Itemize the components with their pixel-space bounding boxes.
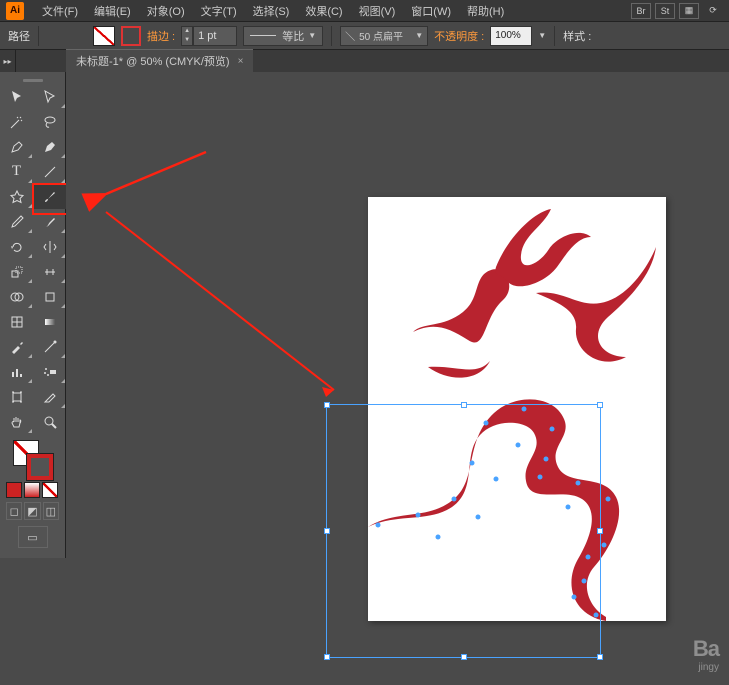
selection-handle[interactable] (324, 528, 330, 534)
scale-tool[interactable] (0, 259, 33, 284)
hand-tool[interactable] (0, 409, 33, 434)
type-tool[interactable]: T (0, 159, 33, 184)
selection-handle[interactable] (324, 402, 330, 408)
shape-builder-tool[interactable] (0, 284, 33, 309)
menu-type[interactable]: 文字(T) (193, 1, 245, 21)
stock-icon[interactable]: St (655, 3, 675, 19)
screen-mode-icon[interactable]: ▭ (18, 526, 48, 548)
bridge-icon[interactable]: Br (631, 3, 651, 19)
draw-normal-icon[interactable]: ◻ (6, 502, 22, 520)
stroke-swatch[interactable] (121, 26, 141, 46)
menu-window[interactable]: 窗口(W) (403, 1, 459, 21)
gradient-tool[interactable] (33, 309, 66, 334)
profile-dropdown[interactable]: 等比 ▼ (243, 26, 323, 46)
blob-brush-tool[interactable] (33, 209, 66, 234)
panel-toggle-icon[interactable]: ▸▸ (0, 50, 16, 72)
selection-handle[interactable] (324, 654, 330, 660)
opacity-label: 不透明度 : (434, 28, 484, 44)
selection-handle[interactable] (597, 528, 603, 534)
free-transform-tool[interactable] (33, 284, 66, 309)
lasso-tool[interactable] (33, 109, 66, 134)
watermark: Ba jingy (693, 636, 719, 673)
paintbrush-tool[interactable] (33, 184, 66, 209)
sync-icon[interactable]: ⟳ (703, 3, 723, 19)
menu-edit[interactable]: 编辑(E) (86, 1, 139, 21)
fill-swatch[interactable] (93, 26, 115, 46)
eyedropper-tool[interactable] (0, 334, 33, 359)
arrange-docs-icon[interactable]: ▦ (679, 3, 699, 19)
menu-right-group: Br St ▦ ⟳ (631, 3, 723, 19)
star-tool[interactable] (0, 184, 33, 209)
stroke-color-swatch[interactable] (27, 454, 53, 480)
pencil-tool[interactable] (0, 209, 33, 234)
menu-object[interactable]: 对象(O) (139, 1, 193, 21)
reflect-tool[interactable] (33, 234, 66, 259)
selection-bounding-box[interactable] (326, 404, 601, 658)
opacity-field[interactable]: 100% (490, 26, 532, 46)
draw-behind-icon[interactable]: ◩ (24, 502, 40, 520)
artboard-tool[interactable] (0, 384, 33, 409)
brush-definition-dropdown[interactable]: ＼ 50 点扁平 ▼ (340, 26, 428, 46)
color-mode-icon[interactable] (6, 482, 22, 498)
selection-type-label: 路径 (8, 28, 30, 44)
toolbox: T ◻ ◩ ◫ (0, 72, 66, 558)
width-tool[interactable] (33, 259, 66, 284)
canvas-area[interactable]: Ba jingy (66, 72, 729, 685)
document-tab-row: 未标题-1* @ 50% (CMYK/预览) × (0, 50, 729, 72)
menu-select[interactable]: 选择(S) (245, 1, 298, 21)
app-logo: Ai (6, 2, 24, 20)
none-mode-icon[interactable] (42, 482, 58, 498)
rotate-tool[interactable] (0, 234, 33, 259)
draw-inside-icon[interactable]: ◫ (43, 502, 59, 520)
selection-handle[interactable] (597, 654, 603, 660)
direct-selection-tool[interactable] (33, 84, 66, 109)
selection-handle[interactable] (461, 654, 467, 660)
stroke-weight-value[interactable]: 1 pt (193, 26, 237, 46)
selection-handle[interactable] (461, 402, 467, 408)
slice-tool[interactable] (33, 384, 66, 409)
line-tool[interactable] (33, 159, 66, 184)
menu-file[interactable]: 文件(F) (34, 1, 86, 21)
column-graph-tool[interactable] (0, 359, 33, 384)
document-tab[interactable]: 未标题-1* @ 50% (CMYK/预览) × (66, 49, 253, 72)
menubar: Ai 文件(F) 编辑(E) 对象(O) 文字(T) 选择(S) 效果(C) 视… (0, 0, 729, 22)
fill-stroke-indicator[interactable] (13, 440, 53, 480)
selection-handle[interactable] (597, 402, 603, 408)
document-tab-title: 未标题-1* @ 50% (CMYK/预览) (76, 53, 230, 69)
menu-effect[interactable]: 效果(C) (297, 1, 350, 21)
magic-wand-tool[interactable] (0, 109, 33, 134)
stroke-weight-field[interactable]: ▲▼ 1 pt (181, 26, 237, 46)
measure-tool[interactable] (33, 334, 66, 359)
mesh-tool[interactable] (0, 309, 33, 334)
menu-help[interactable]: 帮助(H) (459, 1, 512, 21)
symbol-sprayer-tool[interactable] (33, 359, 66, 384)
curvature-tool[interactable] (33, 134, 66, 159)
selection-tool[interactable] (0, 84, 33, 109)
zoom-tool[interactable] (33, 409, 66, 434)
stroke-label: 描边 : (147, 28, 175, 44)
close-tab-icon[interactable]: × (238, 56, 244, 67)
options-bar: 路径 描边 : ▲▼ 1 pt 等比 ▼ ＼ 50 点扁平 ▼ 不透明度 : 1… (0, 22, 729, 50)
menu-view[interactable]: 视图(V) (351, 1, 404, 21)
pen-tool[interactable] (0, 134, 33, 159)
gradient-mode-icon[interactable] (24, 482, 40, 498)
style-label: 样式 : (563, 28, 591, 44)
